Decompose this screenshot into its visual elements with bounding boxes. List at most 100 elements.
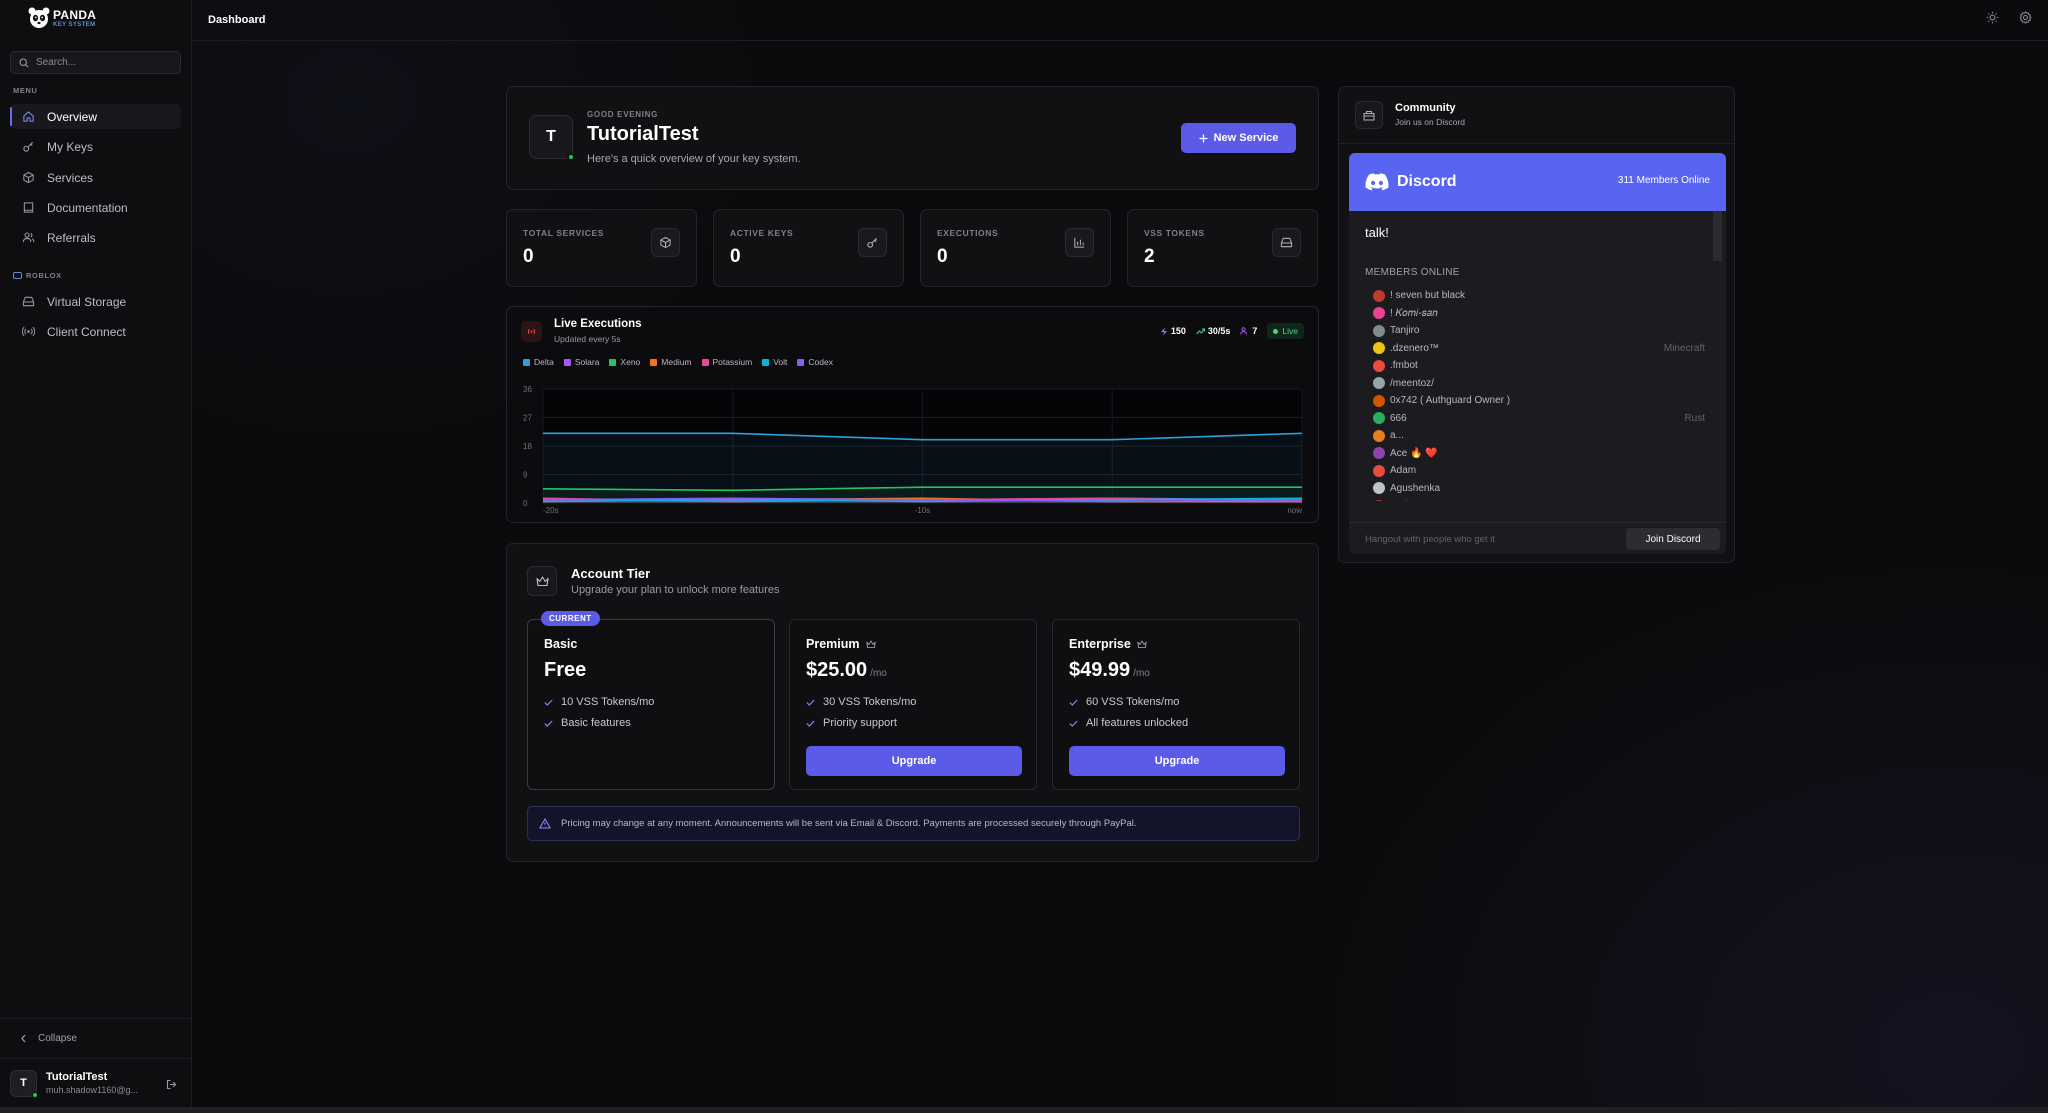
avatar [1373, 429, 1385, 442]
upgrade-premium-button[interactable]: Upgrade [806, 746, 1022, 776]
sidebar-item-documentation[interactable]: Documentation [10, 195, 181, 220]
collapse-button[interactable]: Collapse [0, 1018, 191, 1058]
plan-feature: 30 VSS Tokens/mo [806, 696, 916, 708]
search-icon [19, 57, 29, 67]
logout-icon[interactable] [166, 1079, 177, 1090]
plan-feature: Basic features [544, 717, 631, 729]
sidebar-item-client-connect[interactable]: Client Connect [10, 319, 181, 344]
plan-card-premium: Premium $25.00/mo 30 VSS Tokens/mo Prior… [789, 619, 1037, 790]
member-name: Ace 🔥 ❤️ [1390, 447, 1438, 459]
check-icon [806, 720, 815, 727]
sidebar-item-overview[interactable]: Overview [10, 104, 181, 129]
avatar [1373, 324, 1385, 337]
cube-icon [651, 228, 680, 257]
settings-gear-icon[interactable] [2019, 11, 2032, 24]
avatar [1373, 464, 1385, 477]
collapse-label: Collapse [38, 1033, 77, 1044]
avatar: T [529, 115, 575, 161]
search-box[interactable] [10, 51, 181, 74]
live-metrics: 150 30/5s 7 Live [1160, 323, 1304, 339]
live-broadcast-icon [521, 321, 542, 342]
y-tick-label: 0 [523, 499, 528, 508]
list-item[interactable]: Agushenka [1373, 480, 1713, 498]
metric-total: 150 [1160, 326, 1186, 336]
storage-icon [22, 296, 35, 307]
sidebar-item-services[interactable]: Services [10, 165, 181, 190]
user-profile[interactable]: T TutorialTest muh.shadow1160@g... [0, 1058, 191, 1107]
sidebar-item-my-keys[interactable]: My Keys [10, 134, 181, 159]
list-item[interactable]: Tanjiro [1373, 322, 1713, 340]
community-icon [1355, 101, 1383, 129]
list-item[interactable]: /meentoz/ [1373, 375, 1713, 393]
plan-feature: Priority support [806, 717, 897, 729]
legend-label: Potassium [712, 357, 753, 367]
discord-widget: Discord 311 Members Online talk! MEMBERS… [1349, 153, 1726, 554]
member-name: 666 [1390, 412, 1407, 424]
storage-icon [1272, 228, 1301, 257]
list-item[interactable]: .fmbot [1373, 357, 1713, 375]
stat-card-active-keys: ACTIVE KEYS 0 [713, 209, 904, 287]
x-tick-label: -20s [543, 506, 559, 515]
list-item[interactable]: 0x742 ( Authguard Owner ) [1373, 392, 1713, 410]
list-item[interactable]: .dzenero™ Minecraft [1373, 340, 1713, 358]
tier-title: Account Tier [571, 566, 651, 581]
greeting-label: GOOD EVENING [587, 110, 659, 119]
avatar: T [10, 1069, 38, 1098]
avatar [1373, 447, 1385, 460]
join-discord-button[interactable]: Join Discord [1626, 528, 1720, 550]
list-item[interactable]: ! seven but black [1373, 287, 1713, 305]
legend-label: Volt [773, 357, 788, 367]
discord-logo-icon [1365, 173, 1389, 191]
theme-toggle-icon[interactable] [1986, 11, 1999, 24]
upgrade-enterprise-button[interactable]: Upgrade [1069, 746, 1285, 776]
search-input[interactable] [36, 57, 176, 68]
list-item[interactable]: ! 𝐾𝑜𝑚𝑖-𝑠𝑎𝑛 [1373, 305, 1713, 323]
page-title: Dashboard [208, 14, 266, 26]
plan-card-basic: CURRENT Basic Free 10 VSS Tokens/mo Basi… [527, 611, 775, 790]
plan-name: Enterprise [1069, 637, 1147, 651]
members-list[interactable]: ! seven but black ! 𝐾𝑜𝑚𝑖-𝑠𝑎𝑛 Tanjiro .dzene… [1373, 287, 1713, 501]
member-name: Adam [1390, 465, 1417, 477]
member-name: ! seven but black [1390, 290, 1466, 302]
list-item[interactable]: Adam [1373, 462, 1713, 480]
metric-users: 7 [1240, 326, 1257, 336]
brand-logo[interactable]: PANDA KEY SYSTEM [28, 6, 96, 30]
users-icon [1240, 327, 1248, 335]
stat-value: 0 [937, 246, 948, 267]
list-item[interactable]: a... [1373, 427, 1713, 445]
sidebar-item-label: Services [47, 170, 94, 185]
bottom-border [0, 1107, 2048, 1113]
plan-feature: 60 VSS Tokens/mo [1069, 696, 1179, 708]
welcome-card: T GOOD EVENING TutorialTest Here's a qui… [506, 86, 1319, 190]
x-tick-label: now [1287, 506, 1302, 515]
sidebar-item-label: Virtual Storage [47, 294, 127, 309]
plan-name: Premium [806, 637, 876, 651]
discord-footer: Hangout with people who get it Join Disc… [1349, 522, 1726, 554]
scrollbar[interactable] [1713, 211, 1722, 261]
discord-name: Discord [1397, 173, 1457, 190]
sidebar-item-label: Client Connect [47, 324, 126, 339]
new-service-button[interactable]: New Service [1181, 123, 1296, 153]
sidebar-item-referrals[interactable]: Referrals [10, 225, 181, 250]
legend-swatch [650, 358, 658, 366]
live-status-badge: Live [1267, 323, 1304, 339]
sidebar-item-virtual-storage[interactable]: Virtual Storage [10, 289, 181, 314]
stat-label: EXECUTIONS [937, 228, 999, 238]
avatar [1373, 377, 1385, 390]
user-name: TutorialTest [46, 1071, 108, 1083]
warning-triangle-icon [539, 818, 551, 829]
menu-section-label: MENU [13, 86, 38, 95]
list-item[interactable]: Amin [1373, 497, 1713, 501]
legend-item: Medium [650, 357, 692, 367]
legend-swatch [523, 358, 530, 366]
check-icon [544, 720, 553, 727]
stat-card-total-services: TOTAL SERVICES 0 [506, 209, 697, 287]
list-item[interactable]: 666 Rust [1373, 410, 1713, 428]
members-online-label: MEMBERS ONLINE [1365, 267, 1460, 278]
stat-label: TOTAL SERVICES [523, 228, 604, 238]
stat-value: 0 [523, 246, 534, 267]
member-name: .dzenero™ [1390, 342, 1439, 354]
chart-subtitle: Updated every 5s [554, 334, 621, 344]
crown-icon [1137, 640, 1147, 648]
list-item[interactable]: Ace 🔥 ❤️ [1373, 445, 1713, 463]
